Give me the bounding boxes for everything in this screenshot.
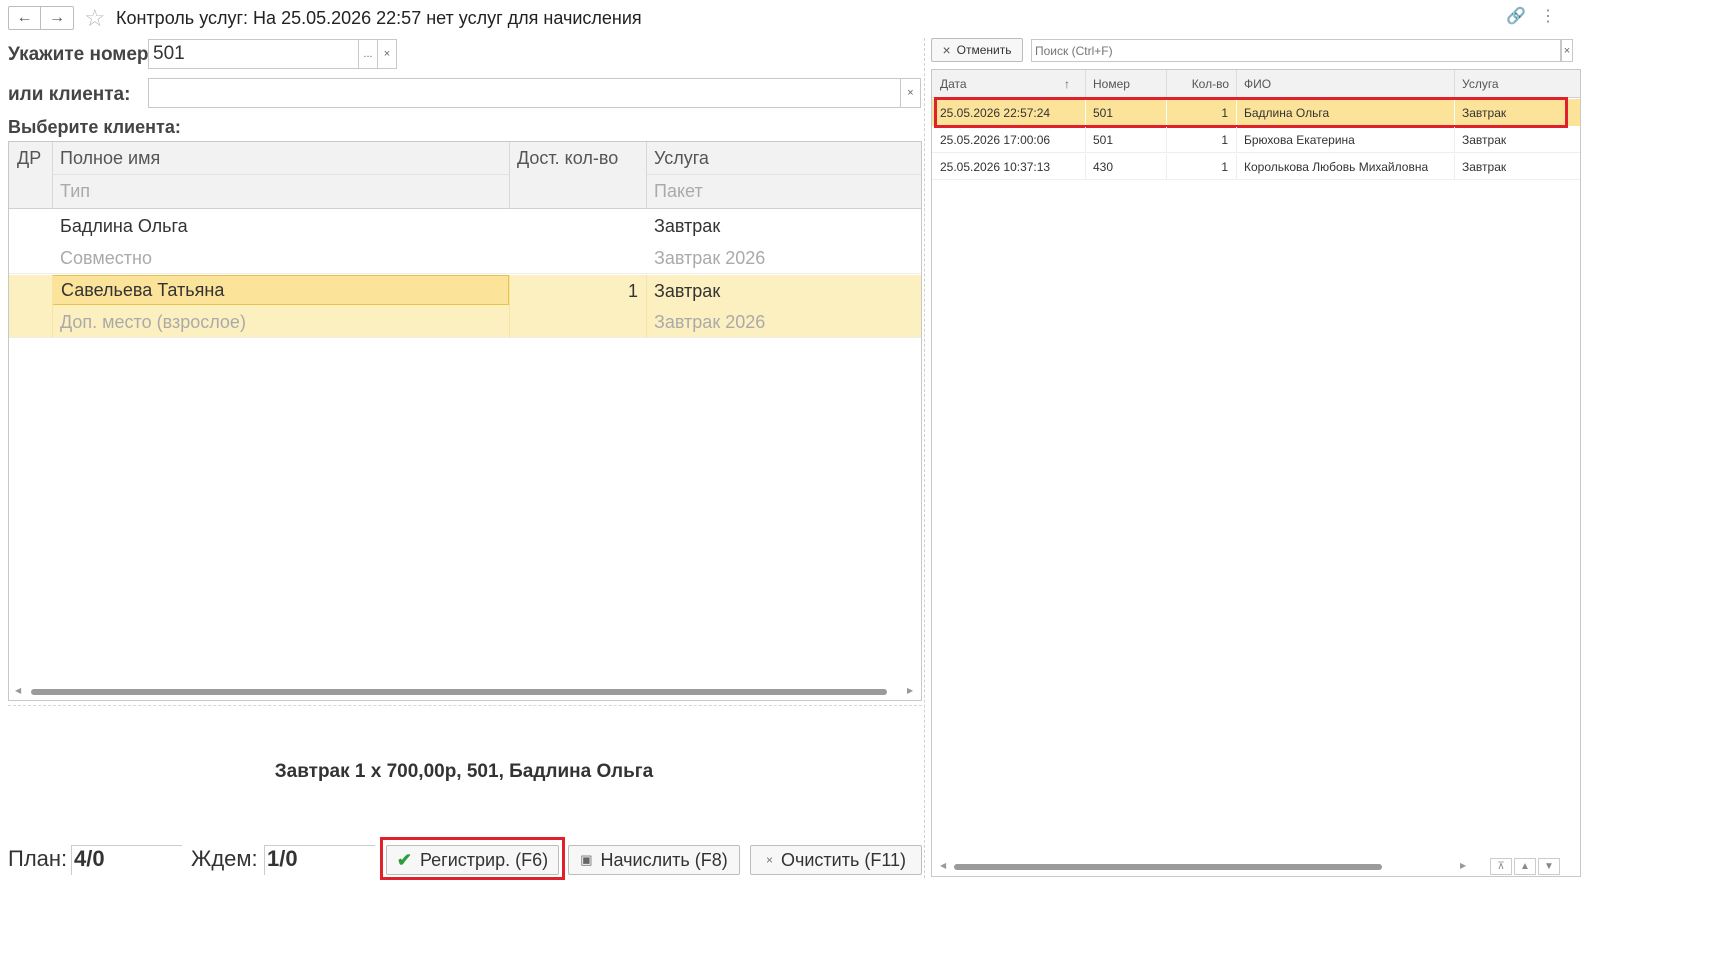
scroll-first-icon[interactable]: ⊼ <box>1490 858 1512 875</box>
history-fio: Брюхова Екатерина <box>1244 133 1355 147</box>
table-row[interactable]: 25.05.2026 10:37:13 430 1 Королькова Люб… <box>932 154 1580 180</box>
back-button[interactable]: ← <box>8 6 41 30</box>
col-qty[interactable]: Кол-во <box>1166 70 1236 98</box>
forward-button[interactable]: → <box>41 6 74 30</box>
table-row[interactable]: 25.05.2026 17:00:06 501 1 Брюхова Екатер… <box>932 127 1580 153</box>
scroll-thumb[interactable] <box>31 689 887 695</box>
col-full-name[interactable]: Полное имя <box>52 142 509 175</box>
col-qty[interactable]: Дост. кол-во <box>509 142 646 175</box>
clients-table[interactable]: ДР Полное имя Тип Дост. кол-во Услуга Па… <box>8 141 922 701</box>
choose-client-label: Выберите клиента: <box>8 117 181 137</box>
client-service: Завтрак <box>654 215 721 236</box>
calendar-icon: ▣ <box>580 852 593 867</box>
clients-hscroll[interactable]: ◀ ▶ <box>9 685 921 699</box>
search-input[interactable] <box>1031 39 1561 62</box>
history-number: 430 <box>1093 160 1114 174</box>
scroll-down-icon[interactable]: ▼ <box>1538 858 1560 875</box>
clear-button[interactable]: × Очистить (F11) <box>750 845 922 875</box>
col-date[interactable]: Дата <box>932 70 1085 98</box>
table-row[interactable]: Савельева Татьяна Доп. место (взрослое) … <box>9 275 921 338</box>
client-name: Бадлина Ольга <box>60 215 188 236</box>
client-type: Совместно <box>60 247 152 268</box>
scroll-left-icon[interactable]: ◀ <box>940 861 946 870</box>
close-icon: × <box>765 853 773 867</box>
client-qty: 1 <box>627 280 638 301</box>
charge-button-label: Начислить (F8) <box>600 849 728 870</box>
client-clear-button[interactable]: × <box>901 78 921 108</box>
col-fio[interactable]: ФИО <box>1236 70 1454 98</box>
scroll-thumb[interactable] <box>954 864 1382 870</box>
history-table-header: Дата ↑ Номер Кол-во ФИО Услуга <box>932 70 1580 98</box>
wait-label: Ждем: <box>191 846 258 871</box>
table-row[interactable]: Бадлина Ольга Совместно Завтрак Завтрак … <box>9 210 921 274</box>
col-service[interactable]: Услуга <box>646 142 921 175</box>
history-table[interactable]: Дата ↑ Номер Кол-во ФИО Услуга 25.05.202… <box>931 69 1581 877</box>
number-select-button[interactable]: ... <box>359 39 378 69</box>
history-qty: 1 <box>1221 133 1228 147</box>
history-number: 501 <box>1093 133 1114 147</box>
arrow-left-icon: ← <box>16 9 33 26</box>
sort-asc-icon: ↑ <box>1064 77 1070 91</box>
clear-button-label: Очистить (F11) <box>780 849 907 870</box>
history-qty: 1 <box>1221 160 1228 174</box>
history-date: 25.05.2026 17:00:06 <box>940 133 1051 147</box>
arrow-right-icon: → <box>49 9 65 26</box>
panel-splitter[interactable] <box>924 38 925 878</box>
cancel-button-label: Отменить <box>956 43 1012 57</box>
history-fio: Королькова Любовь Михайловна <box>1244 160 1429 174</box>
check-icon: ✔ <box>396 849 412 870</box>
plan-label: План: <box>8 846 68 871</box>
history-hscroll[interactable]: ◀ ▶ ⊼ ▲ ▼ <box>932 858 1580 876</box>
scroll-right-icon[interactable]: ▶ <box>907 686 913 695</box>
client-service: Завтрак <box>654 280 721 301</box>
register-button-label: Регистрир. (F6) <box>419 849 549 870</box>
client-qty <box>509 210 646 242</box>
client-label: или клиента: <box>8 84 131 105</box>
scroll-right-icon[interactable]: ▶ <box>1460 861 1466 870</box>
client-name: Савельева Татьяна <box>52 275 509 305</box>
plan-value: 4/0 <box>71 845 182 875</box>
col-type[interactable]: Тип <box>52 175 509 208</box>
number-label: Укажите номер: <box>8 44 155 65</box>
search-clear-button[interactable]: × <box>1561 39 1573 62</box>
client-input[interactable] <box>148 78 901 108</box>
link-icon[interactable]: 🔗 <box>1506 6 1526 26</box>
client-package: Завтрак 2026 <box>654 312 766 332</box>
col-service[interactable]: Услуга <box>1454 70 1580 98</box>
col-package[interactable]: Пакет <box>646 175 921 208</box>
window-title: Контроль услуг: На 25.05.2026 22:57 нет … <box>116 8 642 28</box>
divider <box>8 705 922 706</box>
register-button[interactable]: ✔ Регистрир. (F6) <box>386 845 559 875</box>
col-dr[interactable]: ДР <box>9 142 52 175</box>
number-input[interactable]: 501 <box>148 39 359 69</box>
clients-table-header: ДР Полное имя Тип Дост. кол-во Услуга Па… <box>9 142 921 209</box>
scroll-up-icon[interactable]: ▲ <box>1514 858 1536 875</box>
summary-text: Завтрак 1 х 700,00р, 501, Бадлина Ольга <box>274 761 654 782</box>
charge-button[interactable]: ▣ Начислить (F8) <box>568 845 740 875</box>
wait-value: 1/0 <box>264 845 375 875</box>
scroll-left-icon[interactable]: ◀ <box>15 686 21 695</box>
number-clear-button[interactable]: × <box>378 39 397 69</box>
more-vertical-icon[interactable]: ⋮ <box>1540 6 1556 26</box>
client-type: Доп. место (взрослое) <box>60 311 246 332</box>
client-package: Завтрак 2026 <box>654 247 766 268</box>
history-service: Завтрак <box>1462 160 1507 174</box>
cancel-button[interactable]: × Отменить <box>931 38 1023 62</box>
history-date: 25.05.2026 10:37:13 <box>940 160 1051 174</box>
history-service: Завтрак <box>1462 133 1507 147</box>
star-icon[interactable]: ☆ <box>84 4 106 33</box>
selected-row-highlight <box>934 97 1568 128</box>
close-icon: × <box>942 42 951 58</box>
col-number[interactable]: Номер <box>1085 70 1166 98</box>
